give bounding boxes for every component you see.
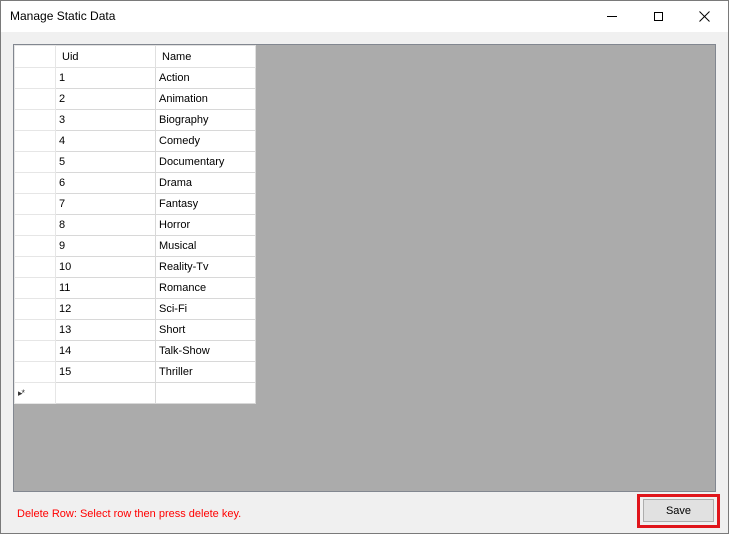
maximize-button[interactable] (635, 1, 681, 32)
table-row[interactable]: 2 Animation (14, 88, 256, 110)
row-header[interactable] (14, 172, 56, 194)
cell-uid[interactable]: 11 (55, 277, 156, 299)
title-bar[interactable]: Manage Static Data (1, 1, 728, 32)
cell-uid[interactable]: 8 (55, 214, 156, 236)
close-button[interactable] (681, 1, 727, 32)
grid-corner-header[interactable] (14, 45, 56, 68)
row-header[interactable] (14, 340, 56, 362)
new-cell-uid[interactable] (55, 382, 156, 404)
row-header[interactable] (14, 214, 56, 236)
row-header[interactable] (14, 67, 56, 89)
window-title: Manage Static Data (10, 9, 116, 23)
new-row-marker-icon[interactable]: ▸* (14, 382, 56, 404)
cell-name[interactable]: Comedy (155, 130, 256, 152)
row-header[interactable] (14, 235, 56, 257)
row-header[interactable] (14, 109, 56, 131)
table-row[interactable]: 4 Comedy (14, 130, 256, 152)
cell-uid[interactable]: 6 (55, 172, 156, 194)
cell-name[interactable]: Reality-Tv (155, 256, 256, 278)
row-header[interactable] (14, 256, 56, 278)
cell-uid[interactable]: 9 (55, 235, 156, 257)
table-row[interactable]: 9 Musical (14, 235, 256, 257)
table-row[interactable]: 6 Drama (14, 172, 256, 194)
row-header[interactable] (14, 88, 56, 110)
cell-uid[interactable]: 14 (55, 340, 156, 362)
table-row[interactable]: 3 Biography (14, 109, 256, 131)
table-row[interactable]: 13 Short (14, 319, 256, 341)
new-cell-name[interactable] (155, 382, 256, 404)
column-header-name[interactable]: Name (155, 45, 256, 68)
save-button[interactable]: Save (643, 499, 714, 522)
row-header[interactable] (14, 193, 56, 215)
cell-name[interactable]: Short (155, 319, 256, 341)
cell-uid[interactable]: 1 (55, 67, 156, 89)
cell-uid[interactable]: 10 (55, 256, 156, 278)
cell-uid[interactable]: 4 (55, 130, 156, 152)
cell-uid[interactable]: 12 (55, 298, 156, 320)
table-row[interactable]: 8 Horror (14, 214, 256, 236)
cell-uid[interactable]: 2 (55, 88, 156, 110)
grid-body: 1 Action 2 Animation 3 Biography 4 Comedy 5 Docum… (14, 67, 256, 404)
manage-static-data-window: Manage Static Data Uid Name 1 Action 2 Anim… (0, 0, 729, 534)
cell-name[interactable]: Action (155, 67, 256, 89)
cell-uid[interactable]: 7 (55, 193, 156, 215)
cell-name[interactable]: Talk-Show (155, 340, 256, 362)
row-header[interactable] (14, 151, 56, 173)
cell-name[interactable]: Horror (155, 214, 256, 236)
table-row[interactable]: 12 Sci-Fi (14, 298, 256, 320)
table-row[interactable]: 7 Fantasy (14, 193, 256, 215)
column-header-uid[interactable]: Uid (55, 45, 156, 68)
row-header[interactable] (14, 277, 56, 299)
cell-uid[interactable]: 15 (55, 361, 156, 383)
row-header[interactable] (14, 298, 56, 320)
minimize-button[interactable] (589, 1, 635, 32)
table-row[interactable]: 5 Documentary (14, 151, 256, 173)
row-header[interactable] (14, 319, 56, 341)
data-grid-table: Uid Name 1 Action 2 Animation 3 Biography 4 Com… (14, 45, 256, 404)
table-row[interactable]: 1 Action (14, 67, 256, 89)
status-message: Delete Row: Select row then press delete… (17, 508, 242, 520)
close-icon (698, 11, 710, 22)
cell-name[interactable]: Animation (155, 88, 256, 110)
cell-uid[interactable]: 3 (55, 109, 156, 131)
cell-uid[interactable]: 13 (55, 319, 156, 341)
cell-name[interactable]: Documentary (155, 151, 256, 173)
cell-name[interactable]: Drama (155, 172, 256, 194)
table-row[interactable]: 10 Reality-Tv (14, 256, 256, 278)
row-header[interactable] (14, 361, 56, 383)
cell-name[interactable]: Romance (155, 277, 256, 299)
table-row[interactable]: 15 Thriller (14, 361, 256, 383)
maximize-icon (653, 12, 663, 21)
grid-header-row: Uid Name (14, 45, 256, 68)
row-header[interactable] (14, 130, 56, 152)
cell-name[interactable]: Sci-Fi (155, 298, 256, 320)
cell-name[interactable]: Thriller (155, 361, 256, 383)
cell-uid[interactable]: 5 (55, 151, 156, 173)
new-row[interactable]: ▸* (14, 382, 256, 404)
table-row[interactable]: 14 Talk-Show (14, 340, 256, 362)
data-grid[interactable]: Uid Name 1 Action 2 Animation 3 Biography 4 Com… (13, 44, 716, 492)
cell-name[interactable]: Musical (155, 235, 256, 257)
minimize-icon (607, 16, 617, 17)
table-row[interactable]: 11 Romance (14, 277, 256, 299)
cell-name[interactable]: Fantasy (155, 193, 256, 215)
cell-name[interactable]: Biography (155, 109, 256, 131)
